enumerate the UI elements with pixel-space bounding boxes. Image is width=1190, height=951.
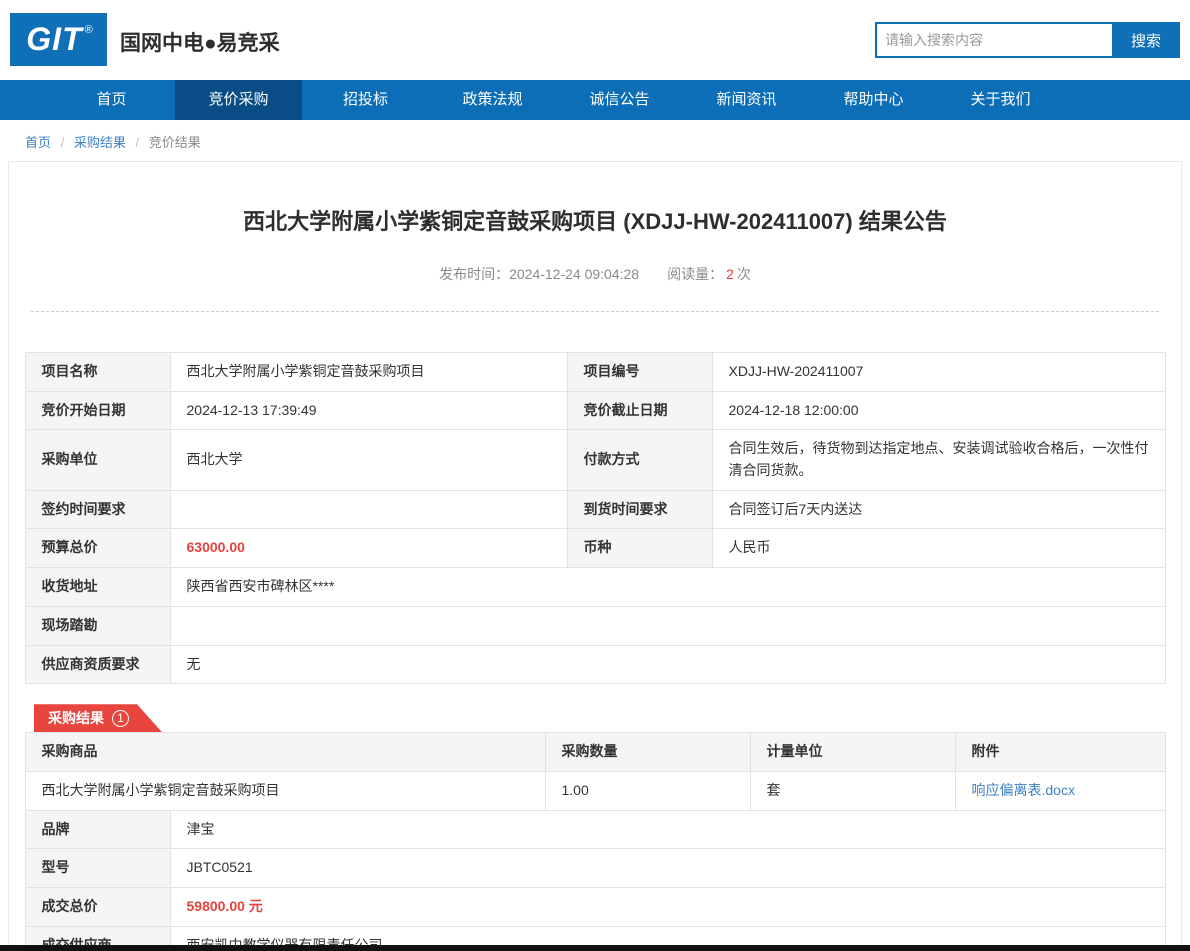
search-button[interactable]: 搜索 (1112, 22, 1180, 58)
views-count: 2 (726, 266, 734, 282)
brand-value: 津宝 (170, 810, 1165, 849)
search-bar: 搜索 (875, 22, 1180, 58)
column-quantity: 采购数量 (545, 733, 750, 772)
footer-top-edge (0, 945, 1190, 951)
table-header-row: 采购商品 采购数量 计量单位 附件 (25, 733, 1165, 772)
table-row: 西北大学附属小学紫铜定音鼓采购项目 1.00 套 响应偏离表.docx (25, 771, 1165, 810)
notice-panel: 西北大学附属小学紫铜定音鼓采购项目 (XDJJ-HW-202411007) 结果… (8, 161, 1182, 951)
table-row: 型号 JBTC0521 (25, 849, 1165, 888)
project-name-label: 项目名称 (25, 353, 170, 392)
bid-start-label: 竞价开始日期 (25, 391, 170, 430)
site-logo[interactable]: GIT® (10, 13, 107, 66)
purchase-result-detail-table: 品牌 津宝 型号 JBTC0521 成交总价 59800.00 元 成交供应商 … (25, 810, 1166, 951)
model-label: 型号 (25, 849, 170, 888)
bid-end-value: 2024-12-18 12:00:00 (712, 391, 1165, 430)
table-row: 采购单位 西北大学 付款方式 合同生效后，待货物到达指定地点、安装调试验收合格后… (25, 430, 1165, 490)
views-unit: 次 (737, 266, 751, 282)
publish-time-value: 2024-12-24 09:04:28 (509, 266, 639, 282)
deal-total-price-label: 成交总价 (25, 887, 170, 926)
column-attachment: 附件 (955, 733, 1165, 772)
table-row: 品牌 津宝 (25, 810, 1165, 849)
delivery-time-value: 合同签订后7天内送达 (712, 490, 1165, 529)
delivery-address-value: 陕西省西安市碑林区**** (170, 568, 1165, 607)
search-input[interactable] (875, 22, 1112, 58)
payment-method-label: 付款方式 (567, 430, 712, 490)
breadcrumb: 首页 / 采购结果 / 竞价结果 (0, 120, 1190, 161)
bid-start-value: 2024-12-13 17:39:49 (170, 391, 567, 430)
registered-trademark-icon: ® (85, 24, 93, 36)
main-nav: 首页 竞价采购 招投标 政策法规 诚信公告 新闻资讯 帮助中心 关于我们 (0, 80, 1190, 120)
attachment-link[interactable]: 响应偏离表.docx (972, 782, 1075, 798)
column-unit: 计量单位 (750, 733, 955, 772)
nav-item-integrity-notice[interactable]: 诚信公告 (556, 80, 683, 120)
table-row: 签约时间要求 到货时间要求 合同签订后7天内送达 (25, 490, 1165, 529)
model-value: JBTC0521 (170, 849, 1165, 888)
publish-time-label: 发布时间： (439, 266, 509, 282)
views-label: 阅读量： (667, 266, 723, 282)
currency-value: 人民币 (712, 529, 1165, 568)
purchaser-value: 西北大学 (170, 430, 567, 490)
nav-item-about-us[interactable]: 关于我们 (937, 80, 1064, 120)
signing-time-value (170, 490, 567, 529)
breadcrumb-current: 竞价结果 (149, 135, 201, 150)
nav-item-bidding-purchase[interactable]: 竞价采购 (175, 80, 302, 120)
signing-time-label: 签约时间要求 (25, 490, 170, 529)
notice-meta: 发布时间：2024-12-24 09:04:28 阅读量：2次 (9, 264, 1181, 284)
bid-end-label: 竞价截止日期 (567, 391, 712, 430)
nav-item-policy[interactable]: 政策法规 (429, 80, 556, 120)
table-row: 收货地址 陕西省西安市碑林区**** (25, 568, 1165, 607)
result-number-badge: 1 (112, 710, 129, 727)
purchaser-label: 采购单位 (25, 430, 170, 490)
purchase-result-table: 采购商品 采购数量 计量单位 附件 西北大学附属小学紫铜定音鼓采购项目 1.00… (25, 732, 1166, 810)
breadcrumb-separator: / (61, 135, 65, 150)
delivery-address-label: 收货地址 (25, 568, 170, 607)
nav-item-tender[interactable]: 招投标 (302, 80, 429, 120)
table-row: 现场踏勘 (25, 606, 1165, 645)
breadcrumb-home-link[interactable]: 首页 (25, 135, 51, 150)
currency-label: 币种 (567, 529, 712, 568)
table-row: 预算总价 63000.00 币种 人民币 (25, 529, 1165, 568)
project-name-value: 西北大学附属小学紫铜定音鼓采购项目 (170, 353, 567, 392)
project-number-label: 项目编号 (567, 353, 712, 392)
budget-total-label: 预算总价 (25, 529, 170, 568)
header: GIT® 国网中电●易竞采 搜索 (0, 0, 1190, 80)
purchase-result-badge-label: 采购结果 (48, 708, 104, 728)
delivery-time-label: 到货时间要求 (567, 490, 712, 529)
logo-text: GIT (26, 21, 82, 58)
site-title: 国网中电●易竞采 (120, 27, 280, 57)
notice-title: 西北大学附属小学紫铜定音鼓采购项目 (XDJJ-HW-202411007) 结果… (9, 204, 1181, 236)
nav-item-help-center[interactable]: 帮助中心 (810, 80, 937, 120)
site-survey-value (170, 606, 1165, 645)
payment-method-value: 合同生效后，待货物到达指定地点、安装调试验收合格后，一次性付清合同货款。 (712, 430, 1165, 490)
table-row: 供应商资质要求 无 (25, 645, 1165, 684)
nav-item-home[interactable]: 首页 (48, 80, 175, 120)
product-name: 西北大学附属小学紫铜定音鼓采购项目 (25, 771, 545, 810)
nav-item-news[interactable]: 新闻资讯 (683, 80, 810, 120)
breadcrumb-purchase-results-link[interactable]: 采购结果 (74, 135, 126, 150)
deal-total-price-value: 59800.00 元 (170, 887, 1165, 926)
supplier-qualification-label: 供应商资质要求 (25, 645, 170, 684)
table-row: 竞价开始日期 2024-12-13 17:39:49 竞价截止日期 2024-1… (25, 391, 1165, 430)
product-quantity: 1.00 (545, 771, 750, 810)
column-product: 采购商品 (25, 733, 545, 772)
table-row: 成交总价 59800.00 元 (25, 887, 1165, 926)
purchase-result-badge: 采购结果 1 (34, 704, 162, 732)
brand-label: 品牌 (25, 810, 170, 849)
breadcrumb-separator: / (136, 135, 140, 150)
dashed-divider (31, 311, 1159, 312)
table-row: 项目名称 西北大学附属小学紫铜定音鼓采购项目 项目编号 XDJJ-HW-2024… (25, 353, 1165, 392)
supplier-qualification-value: 无 (170, 645, 1165, 684)
budget-total-value: 63000.00 (170, 529, 567, 568)
project-number-value: XDJJ-HW-202411007 (712, 353, 1165, 392)
site-survey-label: 现场踏勘 (25, 606, 170, 645)
project-info-table: 项目名称 西北大学附属小学紫铜定音鼓采购项目 项目编号 XDJJ-HW-2024… (25, 352, 1166, 684)
product-unit: 套 (750, 771, 955, 810)
